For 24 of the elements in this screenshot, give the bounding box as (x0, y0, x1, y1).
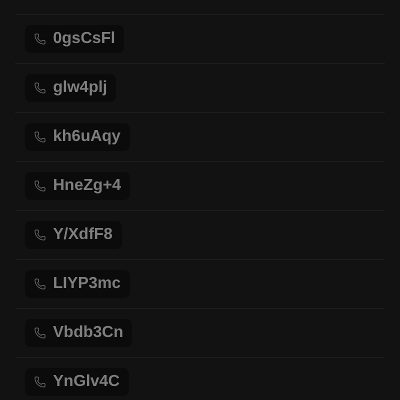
phone-icon (34, 180, 46, 192)
phone-icon (34, 327, 46, 339)
phone-icon (34, 229, 46, 241)
phone-text: glw4plj (53, 78, 108, 98)
phone-chip[interactable]: Y/XdfF8 (25, 221, 122, 249)
phone-text: YnGlv4C (53, 372, 120, 392)
phone-text: LIYP3mc (53, 274, 121, 294)
phone-icon (34, 278, 46, 290)
phone-chip[interactable]: 0gsCsFl (25, 25, 124, 53)
phone-text: kh6uAqy (53, 127, 121, 147)
phone-chip[interactable]: glw4plj (25, 74, 116, 102)
phone-chip[interactable]: LIYP3mc (25, 270, 130, 298)
phone-text: Y/XdfF8 (53, 225, 113, 245)
phone-chip[interactable]: YnGlv4C (25, 368, 129, 396)
phone-icon (34, 131, 46, 143)
phone-chip[interactable]: Vbdb3Cn (25, 319, 132, 347)
phone-chip[interactable]: HneZg+4 (25, 172, 130, 200)
phone-text: 0gsCsFl (53, 29, 116, 49)
phone-icon (34, 82, 46, 94)
phone-icon (34, 376, 46, 388)
phone-chip[interactable]: kh6uAqy (25, 123, 130, 151)
phone-icon (34, 33, 46, 45)
phone-text: HneZg+4 (53, 176, 122, 196)
phone-text: Vbdb3Cn (53, 323, 124, 343)
